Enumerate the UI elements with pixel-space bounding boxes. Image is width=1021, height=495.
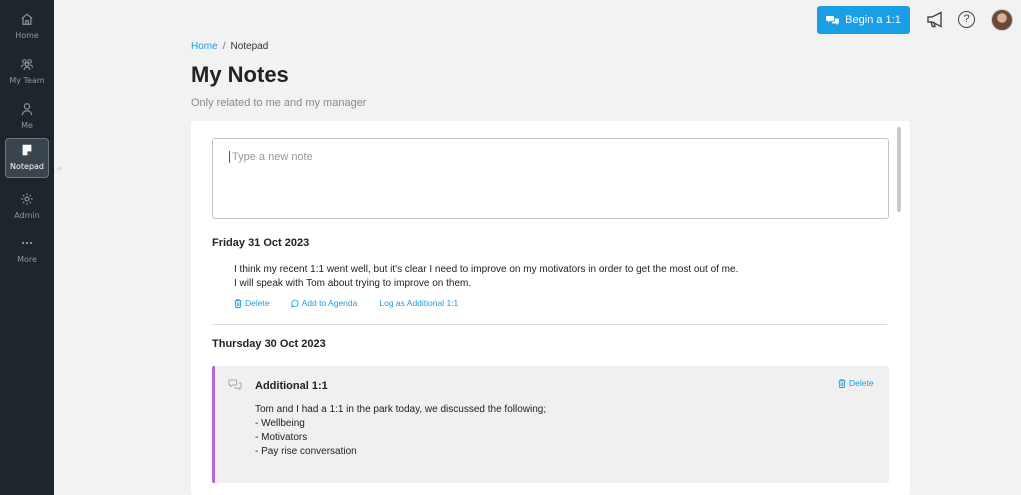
delete-one-to-one-button[interactable]: Delete xyxy=(838,378,874,388)
avatar[interactable] xyxy=(991,9,1013,31)
note-text: I think my recent 1:1 went well, but it'… xyxy=(234,263,738,291)
note-line: - Motivators xyxy=(255,432,308,443)
new-note-placeholder: Type a new note xyxy=(232,151,313,163)
notepad-icon xyxy=(22,144,32,156)
date-heading: Thursday 30 Oct 2023 xyxy=(212,338,326,350)
note-line: - Wellbeing xyxy=(255,418,305,429)
begin-one-to-one-button[interactable]: Begin a 1:1 xyxy=(817,6,910,34)
note-actions: Delete Add to Agenda Log as Additional 1… xyxy=(234,298,458,308)
add-to-agenda-label: Add to Agenda xyxy=(301,298,358,308)
note-line: I think my recent 1:1 went well, but it'… xyxy=(234,264,739,275)
breadcrumb-current: Notepad xyxy=(230,41,269,52)
add-to-agenda-button[interactable]: Add to Agenda xyxy=(290,298,358,308)
sidebar-item-label: Home xyxy=(15,31,39,40)
user-icon xyxy=(21,103,33,116)
sidebar-item-more[interactable]: More xyxy=(5,232,49,272)
home-icon xyxy=(21,13,33,25)
sidebar: Home My Team Me Notepad Admin More xyxy=(0,0,54,495)
chat-bubbles-icon xyxy=(228,379,242,391)
trash-icon xyxy=(234,298,242,308)
sidebar-collapse-marker[interactable]: ≡ xyxy=(56,164,63,173)
log-additional-label: Log as Additional 1:1 xyxy=(379,298,459,308)
gear-icon xyxy=(21,193,33,205)
scrollbar[interactable] xyxy=(897,127,901,212)
note-line: I will speak with Tom about trying to im… xyxy=(234,278,472,289)
sidebar-item-admin[interactable]: Admin xyxy=(5,188,49,228)
breadcrumb: Home / Notepad xyxy=(191,41,268,52)
sidebar-item-label: Me xyxy=(21,121,33,130)
more-dots-icon xyxy=(21,241,33,245)
sidebar-item-notepad[interactable]: Notepad xyxy=(5,138,49,178)
sidebar-item-label: More xyxy=(17,255,37,264)
megaphone-icon[interactable] xyxy=(926,11,946,28)
sidebar-item-my-team[interactable]: My Team xyxy=(5,53,49,93)
help-icon[interactable]: ? xyxy=(958,11,975,28)
text-caret xyxy=(229,151,230,164)
delete-label: Delete xyxy=(245,298,270,308)
team-icon xyxy=(20,59,34,71)
note-line: Tom and I had a 1:1 in the park today, w… xyxy=(255,404,547,415)
begin-button-label: Begin a 1:1 xyxy=(845,14,901,26)
sidebar-item-label: Admin xyxy=(14,211,40,220)
sidebar-item-home[interactable]: Home xyxy=(5,8,49,48)
page-subtitle: Only related to me and my manager xyxy=(191,97,367,109)
date-heading: Friday 31 Oct 2023 xyxy=(212,237,310,249)
page-title: My Notes xyxy=(191,62,289,87)
chat-bubbles-icon xyxy=(826,15,840,25)
new-note-input[interactable]: Type a new note xyxy=(212,138,889,219)
speech-bubble-icon xyxy=(290,299,299,308)
divider xyxy=(212,324,887,325)
additional-one-to-one-body: Tom and I had a 1:1 in the park today, w… xyxy=(255,403,546,459)
sidebar-item-label: My Team xyxy=(9,76,45,85)
delete-label: Delete xyxy=(849,378,874,388)
sidebar-item-me[interactable]: Me xyxy=(5,98,49,138)
delete-note-button[interactable]: Delete xyxy=(234,298,270,308)
breadcrumb-separator: / xyxy=(222,41,226,52)
breadcrumb-home-link[interactable]: Home xyxy=(191,41,218,52)
additional-one-to-one-title: Additional 1:1 xyxy=(255,380,328,392)
trash-icon xyxy=(838,378,846,388)
note-line: - Pay rise conversation xyxy=(255,446,357,457)
sidebar-item-label: Notepad xyxy=(10,162,44,171)
log-additional-button[interactable]: Log as Additional 1:1 xyxy=(379,298,458,308)
